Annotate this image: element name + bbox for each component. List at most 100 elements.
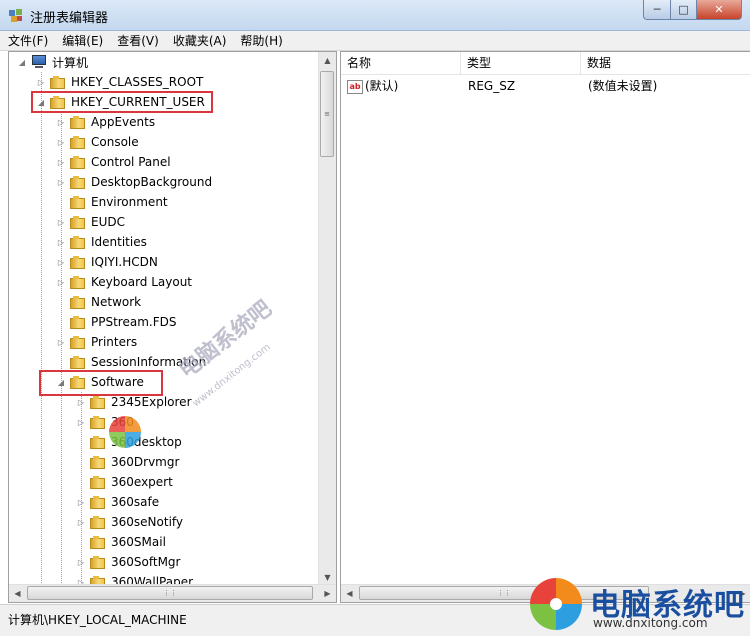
tree-node[interactable]: ▷ AppEvents [56,112,155,132]
folder-icon [90,555,106,569]
expand-arrow-icon[interactable]: ▷ [56,257,66,267]
tree-node[interactable]: ▷ Identities [56,232,147,252]
folder-icon [70,355,86,369]
tree-node-label: 360expert [111,475,173,489]
tree-node[interactable]: PPStream.FDS [56,312,176,332]
tree-node[interactable]: ▷ DesktopBackground [56,172,212,192]
expand-arrow-icon[interactable]: ▷ [56,337,66,347]
folder-icon [90,495,106,509]
expand-arrow-icon[interactable]: ▷ [76,557,86,567]
tree-node[interactable]: ▷ Printers [56,332,137,352]
tree-node[interactable]: ▷ Console [56,132,139,152]
tree-node[interactable]: ▷ 360safe [76,492,159,512]
folder-icon [90,395,106,409]
tree-node[interactable]: 360Drvmgr [76,452,179,472]
minimize-button[interactable]: ─ [643,0,671,20]
expand-arrow-icon[interactable]: ▷ [56,217,66,227]
expand-arrow-icon[interactable]: ▷ [36,77,46,87]
tree-node-label: Network [91,295,142,309]
folder-icon [90,535,106,549]
maximize-icon: □ [678,3,689,16]
tree-node[interactable]: ▷ EUDC [56,212,125,232]
tree-node-label: EUDC [91,215,125,229]
expand-arrow-icon[interactable]: ▷ [56,277,66,287]
scroll-thumb[interactable]: ⋮⋮ [27,586,313,600]
folder-icon [70,255,86,269]
scroll-left-arrow-icon[interactable]: ◀ [9,585,26,602]
folder-icon [70,315,86,329]
scroll-left-arrow-icon[interactable]: ◀ [341,585,358,602]
computer-icon [31,55,47,69]
registry-tree[interactable]: ◢ 计算机 ▷ HKEY_CLASSES_ROOT ◢ HKEY_CURRENT… [8,51,337,603]
folder-icon [70,215,86,229]
status-path: 计算机\HKEY_LOCAL_MACHINE [8,613,187,627]
tree-node[interactable]: ▷ 360SoftMgr [76,552,181,572]
expand-arrow-icon[interactable]: ▷ [56,237,66,247]
tree-node[interactable]: ▷ Control Panel [56,152,171,172]
watermark-text: 电脑系统吧 [174,296,277,384]
expand-arrow-icon[interactable]: ▷ [76,497,86,507]
tree-node-label: Control Panel [91,155,171,169]
tree-node-label: IQIYI.HCDN [91,255,158,269]
close-icon: ✕ [714,3,724,16]
regedit-icon [9,9,22,22]
column-header-name[interactable]: 名称 [341,52,461,74]
expand-arrow-icon[interactable]: ▷ [76,517,86,527]
menu-view[interactable]: 查看(V) [117,32,159,49]
tree-node[interactable]: ▷ 2345Explorer [76,392,192,412]
menu-file[interactable]: 文件(F) [8,32,48,49]
expand-arrow-icon[interactable]: ▷ [56,177,66,187]
tree-node[interactable]: Environment [56,192,168,212]
tree-node-hkcr[interactable]: ▷ HKEY_CLASSES_ROOT [36,72,203,92]
tree-node-label: 360Drvmgr [111,455,180,469]
minimize-icon: ─ [653,3,661,16]
tree-horizontal-scrollbar[interactable]: ◀ ⋮⋮ ▶ [9,584,336,602]
tree-node[interactable]: ▷ IQIYI.HCDN [56,252,158,272]
expand-arrow-icon[interactable]: ▷ [76,417,86,427]
tree-node[interactable]: Network [56,292,141,312]
collapse-arrow-icon[interactable]: ◢ [17,57,27,67]
tree-node[interactable]: 360expert [76,472,173,492]
tree-node[interactable]: ▷ Keyboard Layout [56,272,192,292]
scroll-right-arrow-icon[interactable]: ▶ [319,585,336,602]
column-header-type[interactable]: 类型 [461,52,581,74]
tree-node-label: Identities [91,235,147,249]
scroll-thumb[interactable]: ≡ [320,71,334,157]
folder-icon [70,155,86,169]
tree-vertical-scrollbar[interactable]: ▲ ≡ ▼ [318,52,336,586]
expand-arrow-icon[interactable]: ▷ [56,117,66,127]
folder-icon [70,195,86,209]
scroll-up-arrow-icon[interactable]: ▲ [319,52,336,69]
menu-edit[interactable]: 编辑(E) [62,32,103,49]
tree-node-label: Console [91,135,139,149]
values-list[interactable]: 名称 类型 数据 ab (默认) REG_SZ (数值未设置) ◀ ⋮⋮ ▶ [340,51,750,603]
close-button[interactable]: ✕ [697,0,742,20]
column-header-data[interactable]: 数据 [581,52,750,74]
expand-arrow-icon[interactable]: ▷ [56,157,66,167]
menu-help[interactable]: 帮助(H) [240,32,282,49]
value-name: (默认) [365,79,399,93]
tree-node-label: Environment [91,195,168,209]
expand-arrow-icon[interactable]: ▷ [76,397,86,407]
folder-icon [90,515,106,529]
maximize-button[interactable]: □ [671,0,697,20]
folder-icon [90,475,106,489]
highlight-box-hkcu [31,91,213,113]
tree-node-label: DesktopBackground [91,175,213,189]
tree-node-label: Printers [91,335,138,349]
tree-node[interactable]: ▷ 360seNotify [76,512,183,532]
tree-node-computer[interactable]: ◢ 计算机 [17,52,88,72]
grip-icon: ≡ [324,110,330,118]
value-name-cell: ab (默认) [347,76,398,96]
expand-arrow-icon[interactable]: ▷ [56,137,66,147]
menu-favorites[interactable]: 收藏夹(A) [173,32,227,49]
tree-node[interactable]: 360SMail [76,532,166,552]
folder-icon [70,275,86,289]
value-row[interactable]: ab (默认) REG_SZ (数值未设置) [341,76,750,96]
